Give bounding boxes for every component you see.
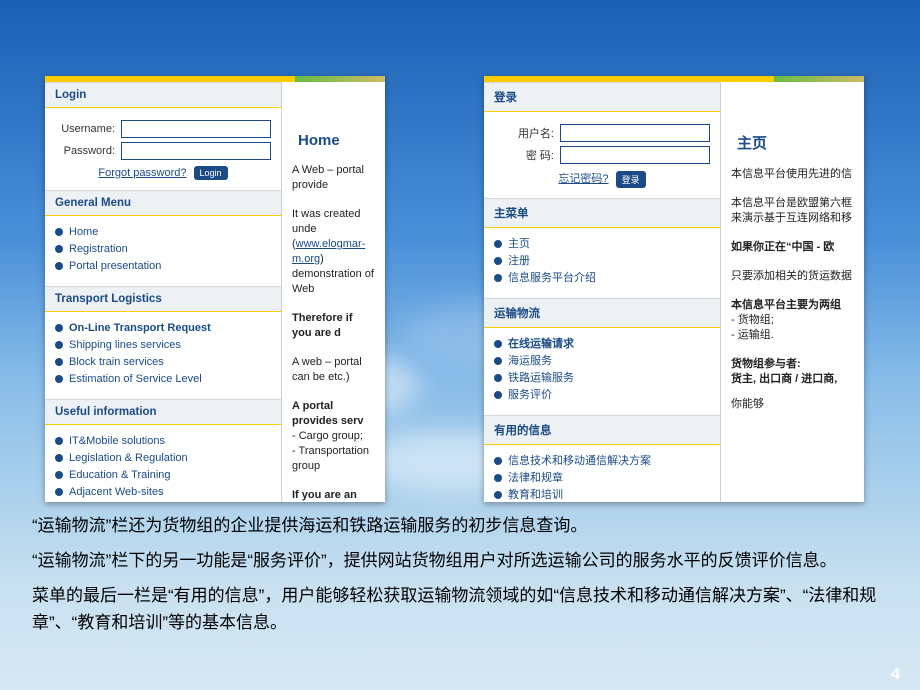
slide-p2: “运输物流”栏下的另一功能是“服务评价”，提供网站货物组用户对所选运输公司的服务… [32,547,880,574]
portal-can-text: 只要添加相关的货运数据 [731,269,854,284]
forgot-password-link[interactable]: Forgot password? [98,167,186,179]
bullet-icon [55,324,63,332]
menu-item-it-mobile[interactable]: 信息技术和移动通信解决方案 [508,454,651,468]
login-box-title: Login [45,82,281,108]
menu-general: Home Registration Portal presentation [45,216,281,286]
login-button[interactable]: 登录 [616,171,646,188]
actor-text: 货物组参与者: 货主, 出口商 / 进口商, [731,357,854,387]
bullet-icon [55,471,63,479]
menu-transport-title: Transport Logistics [45,286,281,312]
menu-item-registration[interactable]: Registration [69,242,128,256]
bullet-icon [494,391,502,399]
menu-transport-title: 运输物流 [484,298,720,328]
main-content-en: Home A Web – portal provide It was creat… [282,82,385,502]
actor-text: If you are an actor fro Cargo owner, exp… [292,488,375,502]
menu-item-registration[interactable]: 注册 [508,254,530,268]
bullet-icon [494,474,502,482]
sidebar-zh: 登录 用户名: 密 码: 忘记密码? 登录 [484,82,721,502]
bullet-icon [55,358,63,366]
menu-item-home[interactable]: Home [69,225,98,239]
slide-p1: “运输物流”栏还为货物组的企业提供海运和铁路运输服务的初步信息查询。 [32,512,880,539]
menu-useful: IT&Mobile solutions Legislation & Regula… [45,425,281,502]
username-input[interactable] [121,120,271,138]
menu-general-title: 主菜单 [484,198,720,228]
forgot-password-link[interactable]: 忘记密码? [558,173,608,185]
password-label: 密 码: [494,147,560,163]
menu-item-online-transport-request[interactable]: 在线运输请求 [508,337,574,351]
menu-item-block-train[interactable]: Block train services [69,355,164,369]
sidebar-en: Login Username: Password: Forgot passwor… [45,82,282,502]
menu-item-education[interactable]: Education & Training [69,468,171,482]
login-button[interactable]: Login [194,166,228,180]
slide-body-text: “运输物流”栏还为货物组的企业提供海运和铁路运输服务的初步信息查询。 “运输物流… [32,512,880,644]
bullet-icon [494,340,502,348]
username-input[interactable] [560,124,710,142]
bullet-icon [55,375,63,383]
portal-can-text: A web – portal can be etc.) [292,355,375,385]
bullet-icon [494,491,502,499]
bullet-icon [494,274,502,282]
intro-text: A Web – portal provide [292,163,375,193]
menu-transport: On-Line Transport Request Shipping lines… [45,312,281,399]
menu-item-block-train[interactable]: 铁路运输服务 [508,371,574,385]
menu-useful: 信息技术和移动通信解决方案 法律和规章 教育和培训 邻近站点 联系 [484,445,720,502]
bullet-icon [55,488,63,496]
therefore-text: Therefore if you are d [292,311,375,341]
bullet-icon [55,228,63,236]
top-stripe [484,76,864,82]
bullet-icon [494,374,502,382]
menu-general: 主页 注册 信息服务平台介绍 [484,228,720,298]
menu-item-education[interactable]: 教育和培训 [508,488,563,502]
menu-item-portal-presentation[interactable]: Portal presentation [69,259,161,273]
menu-item-it-mobile[interactable]: IT&Mobile solutions [69,434,165,448]
menu-item-shipping-lines[interactable]: Shipping lines services [69,338,181,352]
created-text: 本信息平台是欧盟第六框 来演示基于互连网络和移 [731,196,854,226]
menu-item-online-transport-request[interactable]: On-Line Transport Request [69,321,211,335]
menu-item-service-level[interactable]: Estimation of Service Level [69,372,202,386]
menu-item-portal-presentation[interactable]: 信息服务平台介绍 [508,271,596,285]
you-can-text: 你能够 [731,397,854,412]
username-label: Username: [55,123,121,135]
menu-item-shipping-lines[interactable]: 海运服务 [508,354,552,368]
bullet-icon [494,240,502,248]
bullet-icon [55,454,63,462]
menu-item-home[interactable]: 主页 [508,237,530,251]
login-box-title: 登录 [484,82,720,112]
menu-transport: 在线运输请求 海运服务 铁路运输服务 服务评价 [484,328,720,415]
therefore-text: 如果你正在“中国 - 欧 [731,240,854,255]
portal-provides-text: A portal provides serv - Cargo group; - … [292,399,375,474]
bullet-icon [494,257,502,265]
bullet-icon [55,341,63,349]
main-content-zh: 主页 本信息平台使用先进的信 本信息平台是欧盟第六框 来演示基于互连网络和移 如… [721,82,864,502]
page-number: 4 [891,666,900,684]
password-label: Password: [55,145,121,157]
page-title: 主页 [737,132,854,153]
bullet-icon [494,357,502,365]
top-stripe [45,76,385,82]
username-label: 用户名: [494,125,560,141]
created-text: It was created unde (www.elogmar-m.org) … [292,207,375,297]
page-title: Home [298,132,375,149]
menu-general-title: General Menu [45,190,281,216]
screenshot-chinese: 登录 用户名: 密 码: 忘记密码? 登录 [484,76,864,502]
bullet-icon [55,262,63,270]
bullet-icon [494,457,502,465]
bullet-icon [55,245,63,253]
password-input[interactable] [560,146,710,164]
intro-text: 本信息平台使用先进的信 [731,167,854,182]
menu-item-legislation[interactable]: 法律和规章 [508,471,563,485]
password-input[interactable] [121,142,271,160]
slide-p3: 菜单的最后一栏是“有用的信息”，用户能够轻松获取运输物流领域的如“信息技术和移动… [32,582,880,636]
elogmar-link[interactable]: www.elogmar-m.org [292,238,365,265]
portal-provides-text: 本信息平台主要为两组 - 货物组; - 运输组. [731,298,854,343]
menu-useful-title: 有用的信息 [484,415,720,445]
bullet-icon [55,437,63,445]
menu-useful-title: Useful information [45,399,281,425]
menu-item-service-level[interactable]: 服务评价 [508,388,552,402]
menu-item-legislation[interactable]: Legislation & Regulation [69,451,188,465]
menu-item-adjacent[interactable]: Adjacent Web-sites [69,485,164,499]
screenshot-english: Login Username: Password: Forgot passwor… [45,76,385,502]
